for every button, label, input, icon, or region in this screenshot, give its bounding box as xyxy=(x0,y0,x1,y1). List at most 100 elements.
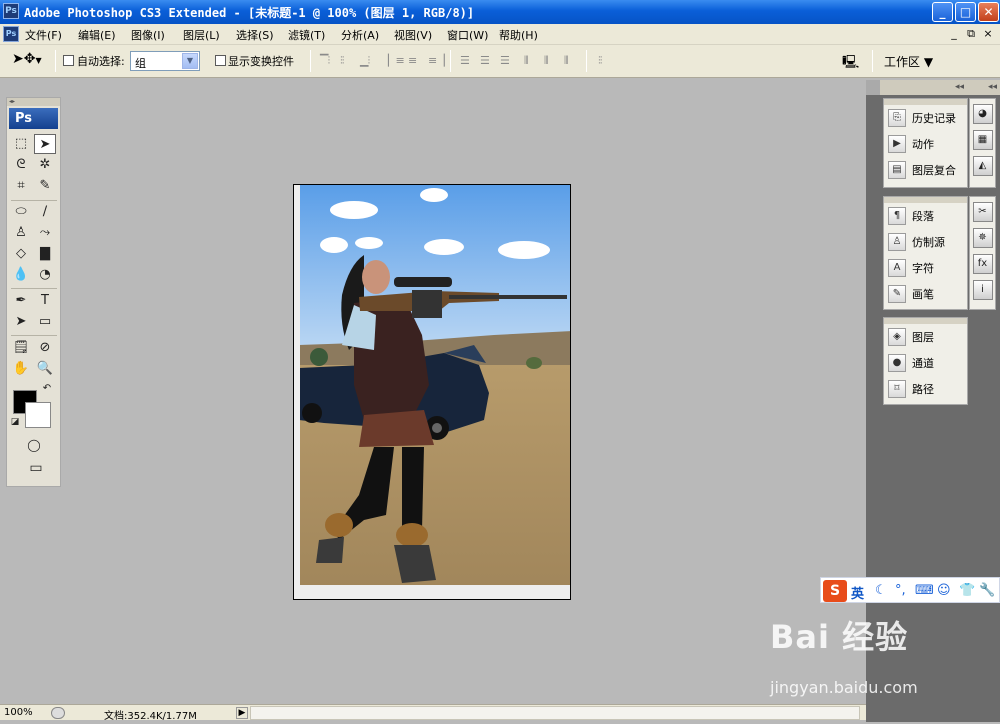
menu-window[interactable]: 窗口(W) xyxy=(447,27,488,43)
distribute-left-icon[interactable]: ⫴ xyxy=(524,54,540,68)
doc-close-button[interactable]: × xyxy=(982,27,994,40)
chevron-down-icon[interactable]: ▼ xyxy=(182,53,198,69)
bridge-icon[interactable]: 🖳 xyxy=(842,53,866,71)
show-transform-checkbox[interactable] xyxy=(215,55,226,66)
rectangle-tool-icon[interactable]: ▭ xyxy=(34,312,56,332)
panel-clone-source[interactable]: ♙ 仿制源 xyxy=(884,229,967,255)
collapse-icon[interactable]: ◂◂ xyxy=(988,82,997,92)
swatches-icon[interactable]: ▦ xyxy=(972,130,993,150)
status-icon[interactable] xyxy=(51,707,65,719)
gradient-tool-icon[interactable]: ▇ xyxy=(34,244,56,264)
menu-select[interactable]: 选择(S) xyxy=(236,27,274,43)
move-tool-icon[interactable]: ➤ xyxy=(34,134,56,154)
dock-collapse-strip[interactable] xyxy=(866,80,881,95)
auto-select-checkbox[interactable] xyxy=(63,55,74,66)
pen-tool-icon[interactable]: ✒ xyxy=(10,291,32,311)
color-icon[interactable]: ◕ xyxy=(972,104,993,124)
background-color-swatch[interactable] xyxy=(25,402,51,428)
distribute-vcenter-icon[interactable]: ☰ xyxy=(480,54,496,68)
clone-stamp-tool-icon[interactable]: ♙ xyxy=(10,223,32,243)
history-brush-tool-icon[interactable]: ⤳ xyxy=(34,223,56,243)
menu-filter[interactable]: 滤镜(T) xyxy=(288,27,325,43)
menu-file[interactable]: 文件(F) xyxy=(25,27,62,43)
doc-minimize-button[interactable]: _ xyxy=(948,27,960,40)
panel-brushes[interactable]: ✎ 画笔 xyxy=(884,281,967,307)
photoshop-app-icon[interactable]: Ps xyxy=(3,3,19,19)
document-icon[interactable]: Ps xyxy=(3,26,19,42)
punctuation-icon[interactable]: °, xyxy=(895,583,906,598)
distribute-right-icon[interactable]: ⫴ xyxy=(564,54,580,68)
swap-colors-icon[interactable]: ↶ xyxy=(40,383,54,395)
panel-layers[interactable]: ◈ 图层 xyxy=(884,324,967,350)
type-tool-icon[interactable]: T xyxy=(34,291,56,311)
menu-analysis[interactable]: 分析(A) xyxy=(341,27,379,43)
slice-tool-icon[interactable]: ✎ xyxy=(34,176,56,196)
distribute-bottom-icon[interactable]: ☰ xyxy=(500,54,516,68)
align-hcenter-icon[interactable]: ≡ xyxy=(408,54,424,68)
zoom-level[interactable]: 100% xyxy=(4,707,33,718)
menu-image[interactable]: 图像(I) xyxy=(131,27,165,43)
distribute-top-icon[interactable]: ☰ xyxy=(460,54,476,68)
blur-tool-icon[interactable]: 💧 xyxy=(10,265,32,285)
panel-layer-comps[interactable]: ▤ 图层复合 xyxy=(884,157,967,183)
wrench-icon[interactable]: 🔧 xyxy=(979,583,995,598)
align-vcenter-icon[interactable]: ⫶⫶ xyxy=(340,54,356,68)
panel-paths[interactable]: ⌑ 路径 xyxy=(884,376,967,402)
ime-language[interactable]: 英 xyxy=(851,583,864,602)
toolbox-logo[interactable]: Ps xyxy=(9,108,58,129)
info-icon[interactable]: i xyxy=(972,280,993,300)
notes-tool-icon[interactable]: 🗒 xyxy=(10,338,32,358)
moon-icon[interactable]: ☾ xyxy=(875,583,887,598)
brush-tool-icon[interactable]: ∕ xyxy=(34,202,56,222)
doc-restore-button[interactable]: ⧉ xyxy=(965,27,977,41)
horizontal-scrollbar[interactable] xyxy=(250,706,860,720)
default-colors-icon[interactable]: ◪ xyxy=(9,416,21,428)
marquee-tool-icon[interactable]: ⬚ xyxy=(10,134,32,154)
eyedropper-tool-icon[interactable]: ⊘ xyxy=(34,338,56,358)
skin-icon[interactable]: 👕 xyxy=(959,583,975,598)
magic-wand-tool-icon[interactable]: ✲ xyxy=(34,155,56,175)
workspace-button[interactable]: 工作区 ▼ xyxy=(884,53,933,70)
menu-view[interactable]: 视图(V) xyxy=(394,27,432,43)
auto-align-layers-icon[interactable]: ⫶⫶ xyxy=(598,54,614,68)
menu-edit[interactable]: 编辑(E) xyxy=(78,27,116,43)
keyboard-icon[interactable]: ⌨ xyxy=(915,583,934,598)
quick-mask-icon[interactable]: ◯ xyxy=(23,436,45,454)
lasso-tool-icon[interactable]: ᘓ xyxy=(10,155,32,175)
hand-tool-icon[interactable]: ✋ xyxy=(10,359,32,379)
tool-preset-picker[interactable]: ➤✥▼ xyxy=(12,51,50,71)
eraser-tool-icon[interactable]: ◇ xyxy=(10,244,32,264)
path-selection-tool-icon[interactable]: ➤ xyxy=(10,312,32,332)
navigator-icon[interactable]: ✵ xyxy=(972,228,993,248)
auto-select-dropdown[interactable]: 组 ▼ xyxy=(130,51,200,71)
align-top-icon[interactable]: ▔⫶ xyxy=(320,54,336,68)
healing-brush-tool-icon[interactable]: ⬭ xyxy=(10,202,32,222)
panel-character[interactable]: A 字符 xyxy=(884,255,967,281)
maximize-button[interactable]: □ xyxy=(955,2,976,22)
tool-presets-icon[interactable]: ✂ xyxy=(972,202,993,222)
document-canvas[interactable] xyxy=(293,184,571,600)
align-right-icon[interactable]: ≡▕ xyxy=(428,54,445,68)
align-left-icon[interactable]: ▏≡ xyxy=(388,54,405,68)
dock-header[interactable] xyxy=(880,80,1000,95)
histogram-icon[interactable]: ◭ xyxy=(972,156,993,176)
align-bottom-icon[interactable]: ▁⫶ xyxy=(360,54,376,68)
menu-layer[interactable]: 图层(L) xyxy=(183,27,220,43)
crop-tool-icon[interactable]: ⌗ xyxy=(10,176,32,196)
zoom-tool-icon[interactable]: 🔍 xyxy=(34,359,56,379)
close-button[interactable]: ✕ xyxy=(978,2,999,22)
collapse-icon[interactable]: ◂◂ xyxy=(955,82,964,92)
distribute-hcenter-icon[interactable]: ⫴ xyxy=(544,54,560,68)
panel-channels[interactable]: ● 通道 xyxy=(884,350,967,376)
toolbox-grip[interactable]: ◂▸ xyxy=(7,98,60,106)
dodge-tool-icon[interactable]: ◔ xyxy=(34,265,56,285)
status-menu-arrow-icon[interactable]: ▶ xyxy=(236,707,248,719)
panel-actions[interactable]: ▶ 动作 xyxy=(884,131,967,157)
minimize-button[interactable]: _ xyxy=(932,2,953,22)
styles-icon[interactable]: fx xyxy=(972,254,993,274)
emoji-icon[interactable]: ☺ xyxy=(937,583,951,598)
panel-history[interactable]: ⎘ 历史记录 xyxy=(884,105,967,131)
screen-mode-icon[interactable]: ▭ xyxy=(23,458,49,478)
panel-paragraph[interactable]: ¶ 段落 xyxy=(884,203,967,229)
sogou-logo[interactable]: S xyxy=(823,580,847,602)
